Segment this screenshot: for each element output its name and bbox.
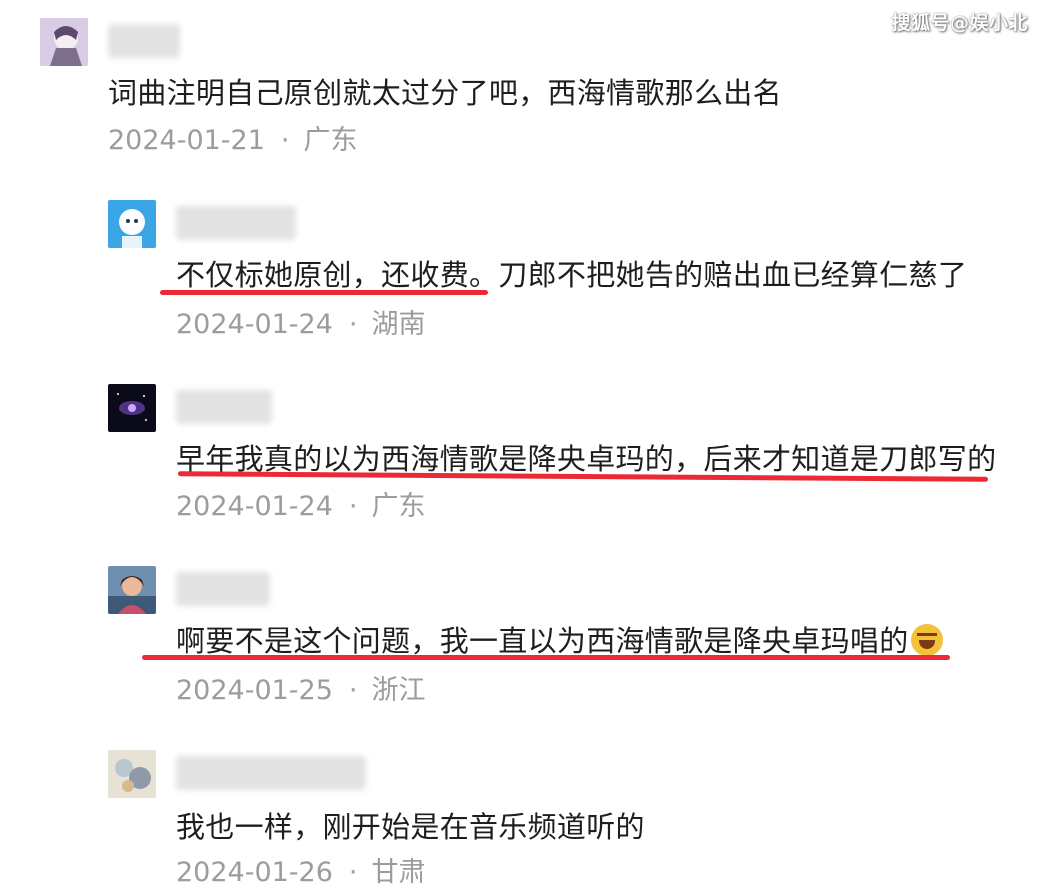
watermark: 搜狐号@娱小北 [891,12,1028,34]
username-blurred[interactable] [108,24,180,58]
comment-text: 不仅标她原创，还收费。刀郎不把她告的赔出血已经算仁慈了 [176,252,967,294]
comment-location: 浙江 [371,675,426,706]
rolling-laughing-emoji [910,624,943,656]
comment-text: 啊要不是这个问题，我一直以为西海情歌是降央卓玛唱的 [176,618,943,660]
comment-location: 广东 [303,125,358,156]
red-underline [142,655,950,660]
comment-text-rest: 刀郎不把她告的赔出血已经算仁慈了 [498,258,968,292]
red-underline [160,290,488,295]
username-blurred[interactable] [176,390,272,424]
comment-meta: 2024-01-21 · 广东 [108,118,358,157]
separator-dot: · [348,309,358,340]
comment-text: 词曲注明自己原创就太过分了吧，西海情歌那么出名 [108,76,782,110]
portrait-avatar-icon[interactable] [108,566,156,614]
comment-location: 甘肃 [371,857,426,888]
separator-dot: · [348,491,358,522]
comment-date: 2024-01-24 [176,309,333,340]
comment-date: 2024-01-24 [176,491,333,522]
username-blurred[interactable] [176,206,296,240]
comment-screenshot: 搜狐号@娱小北 词曲注明自己原创就太过分了吧，西海情歌那么出名 2024-01-… [0,0,1048,888]
comment-meta: 2024-01-24 · 广东 [176,484,426,523]
comment-date: 2024-01-25 [176,675,333,706]
comment-meta: 2024-01-24 · 湖南 [176,302,426,341]
separator-dot: · [348,857,358,888]
comment-location: 湖南 [371,309,426,340]
comment-meta: 2024-01-26 · 甘肃 [176,850,426,888]
comment-text-body: 啊要不是这个问题，我一直以为西海情歌是降央卓玛唱的 [176,624,909,658]
comment-date: 2024-01-21 [108,125,265,156]
username-blurred[interactable] [176,572,270,606]
comment-meta: 2024-01-25 · 浙江 [176,668,426,707]
comment-date: 2024-01-26 [176,857,333,888]
galaxy-avatar-icon[interactable] [108,384,156,432]
floral-avatar-icon[interactable] [108,750,156,798]
separator-dot: · [280,125,290,156]
comment-text: 我也一样，刚开始是在音乐频道听的 [176,810,645,844]
comment-location: 广东 [371,491,426,522]
separator-dot: · [348,675,358,706]
username-blurred[interactable] [176,756,366,790]
astronaut-dog-avatar-icon[interactable] [108,200,156,248]
highlighted-text: 不仅标她原创，还收费。 [176,258,499,292]
anime-avatar-icon[interactable] [40,18,88,66]
